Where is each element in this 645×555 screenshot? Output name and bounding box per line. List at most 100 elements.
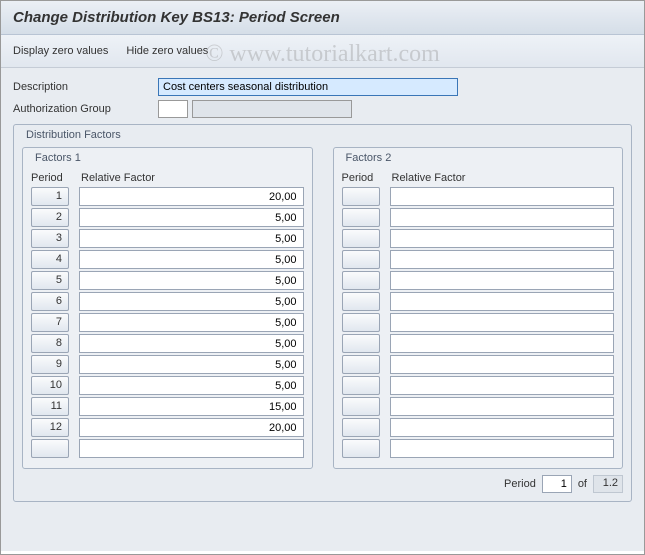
factors-1-factor-input[interactable] xyxy=(79,208,304,227)
factors-2-factor-input[interactable] xyxy=(390,313,615,332)
factors-2-period-cell[interactable] xyxy=(342,292,380,311)
factors-1-box: Factors 1 Period Relative Factor 1234567… xyxy=(22,147,313,469)
factors-2-row xyxy=(342,334,615,353)
factors-1-period-cell[interactable]: 8 xyxy=(31,334,69,353)
auth-group-input-desc[interactable] xyxy=(192,100,352,118)
description-label: Description xyxy=(13,81,158,93)
factors-2-row xyxy=(342,250,615,269)
factors-1-period-cell[interactable]: 7 xyxy=(31,313,69,332)
factors-2-factor-input[interactable] xyxy=(390,439,615,458)
factors-1-period-cell[interactable]: 10 xyxy=(31,376,69,395)
factors-2-row xyxy=(342,229,615,248)
factors-1-factor-input[interactable] xyxy=(79,250,304,269)
factors-2-header-period: Period xyxy=(342,172,392,184)
factors-2-period-cell[interactable] xyxy=(342,313,380,332)
factors-1-row: 7 xyxy=(31,313,304,332)
distribution-factors-title: Distribution Factors xyxy=(22,129,125,141)
factors-2-period-cell[interactable] xyxy=(342,418,380,437)
factors-2-factor-input[interactable] xyxy=(390,397,615,416)
factors-2-factor-input[interactable] xyxy=(390,208,615,227)
factors-2-factor-input[interactable] xyxy=(390,376,615,395)
factors-2-period-cell[interactable] xyxy=(342,397,380,416)
factors-1-factor-input[interactable] xyxy=(79,271,304,290)
factors-2-row xyxy=(342,187,615,206)
factors-2-row xyxy=(342,208,615,227)
factors-2-factor-input[interactable] xyxy=(390,292,615,311)
title-bar: Change Distribution Key BS13: Period Scr… xyxy=(1,1,644,35)
factors-2-title: Factors 2 xyxy=(342,152,396,164)
factors-2-period-cell[interactable] xyxy=(342,376,380,395)
distribution-factors-group: Distribution Factors Factors 1 Period Re… xyxy=(13,124,632,502)
factors-1-factor-input[interactable] xyxy=(79,313,304,332)
pager: Period of 1.2 xyxy=(22,475,623,493)
factors-2-row xyxy=(342,418,615,437)
factors-1-row: 1 xyxy=(31,187,304,206)
content: Description Authorization Group Distribu… xyxy=(1,68,644,551)
factors-2-row xyxy=(342,313,615,332)
auth-group-row: Authorization Group xyxy=(13,100,632,118)
factors-2-period-cell[interactable] xyxy=(342,250,380,269)
factors-2-period-cell[interactable] xyxy=(342,229,380,248)
factors-2-box: Factors 2 Period Relative Factor xyxy=(333,147,624,469)
factors-1-row: 4 xyxy=(31,250,304,269)
pager-total: 1.2 xyxy=(593,475,623,493)
factors-1-period-cell[interactable]: 5 xyxy=(31,271,69,290)
factors-1-factor-input[interactable] xyxy=(79,418,304,437)
factors-1-period-cell[interactable]: 3 xyxy=(31,229,69,248)
description-input[interactable] xyxy=(158,78,458,96)
factors-1-row: 10 xyxy=(31,376,304,395)
factors-1-row: 6 xyxy=(31,292,304,311)
hide-zero-button[interactable]: Hide zero values xyxy=(126,45,208,57)
factors-1-row: 11 xyxy=(31,397,304,416)
factors-1-row: 5 xyxy=(31,271,304,290)
factors-2-period-cell[interactable] xyxy=(342,208,380,227)
factors-1-period-cell[interactable]: 12 xyxy=(31,418,69,437)
pager-current-input[interactable] xyxy=(542,475,572,493)
factors-1-period-cell[interactable]: 4 xyxy=(31,250,69,269)
factors-2-row xyxy=(342,376,615,395)
factors-2-factor-input[interactable] xyxy=(390,250,615,269)
factors-1-factor-input[interactable] xyxy=(79,229,304,248)
factors-1-row xyxy=(31,439,304,458)
auth-group-label: Authorization Group xyxy=(13,103,158,115)
factors-2-factor-input[interactable] xyxy=(390,229,615,248)
factors-1-header-period: Period xyxy=(31,172,81,184)
factors-1-factor-input[interactable] xyxy=(79,439,304,458)
factors-2-factor-input[interactable] xyxy=(390,187,615,206)
factors-1-factor-input[interactable] xyxy=(79,334,304,353)
page-title: Change Distribution Key BS13: Period Scr… xyxy=(13,9,632,26)
factors-1-period-cell[interactable] xyxy=(31,439,69,458)
auth-group-input-code[interactable] xyxy=(158,100,188,118)
factors-2-period-cell[interactable] xyxy=(342,439,380,458)
display-zero-button[interactable]: Display zero values xyxy=(13,45,108,57)
factors-2-header-factor: Relative Factor xyxy=(392,172,615,184)
factors-2-period-cell[interactable] xyxy=(342,271,380,290)
factors-1-period-cell[interactable]: 2 xyxy=(31,208,69,227)
factors-1-factor-input[interactable] xyxy=(79,292,304,311)
factors-2-period-cell[interactable] xyxy=(342,334,380,353)
factors-1-factor-input[interactable] xyxy=(79,187,304,206)
factors-2-factor-input[interactable] xyxy=(390,418,615,437)
factors-2-factor-input[interactable] xyxy=(390,271,615,290)
factors-1-factor-input[interactable] xyxy=(79,376,304,395)
factors-1-row: 8 xyxy=(31,334,304,353)
factors-1-period-cell[interactable]: 1 xyxy=(31,187,69,206)
toolbar: Display zero values Hide zero values xyxy=(1,35,644,68)
factors-1-row: 9 xyxy=(31,355,304,374)
factors-2-factor-input[interactable] xyxy=(390,334,615,353)
factors-1-period-cell[interactable]: 9 xyxy=(31,355,69,374)
factors-2-row xyxy=(342,439,615,458)
factors-1-row: 12 xyxy=(31,418,304,437)
factors-1-factor-input[interactable] xyxy=(79,355,304,374)
factors-2-factor-input[interactable] xyxy=(390,355,615,374)
factors-2-period-cell[interactable] xyxy=(342,187,380,206)
factors-2-period-cell[interactable] xyxy=(342,355,380,374)
factors-2-row xyxy=(342,271,615,290)
factors-1-header-factor: Relative Factor xyxy=(81,172,304,184)
factors-1-row: 3 xyxy=(31,229,304,248)
description-row: Description xyxy=(13,78,632,96)
factors-1-period-cell[interactable]: 11 xyxy=(31,397,69,416)
factors-1-factor-input[interactable] xyxy=(79,397,304,416)
factors-1-period-cell[interactable]: 6 xyxy=(31,292,69,311)
pager-of-label: of xyxy=(578,478,587,490)
